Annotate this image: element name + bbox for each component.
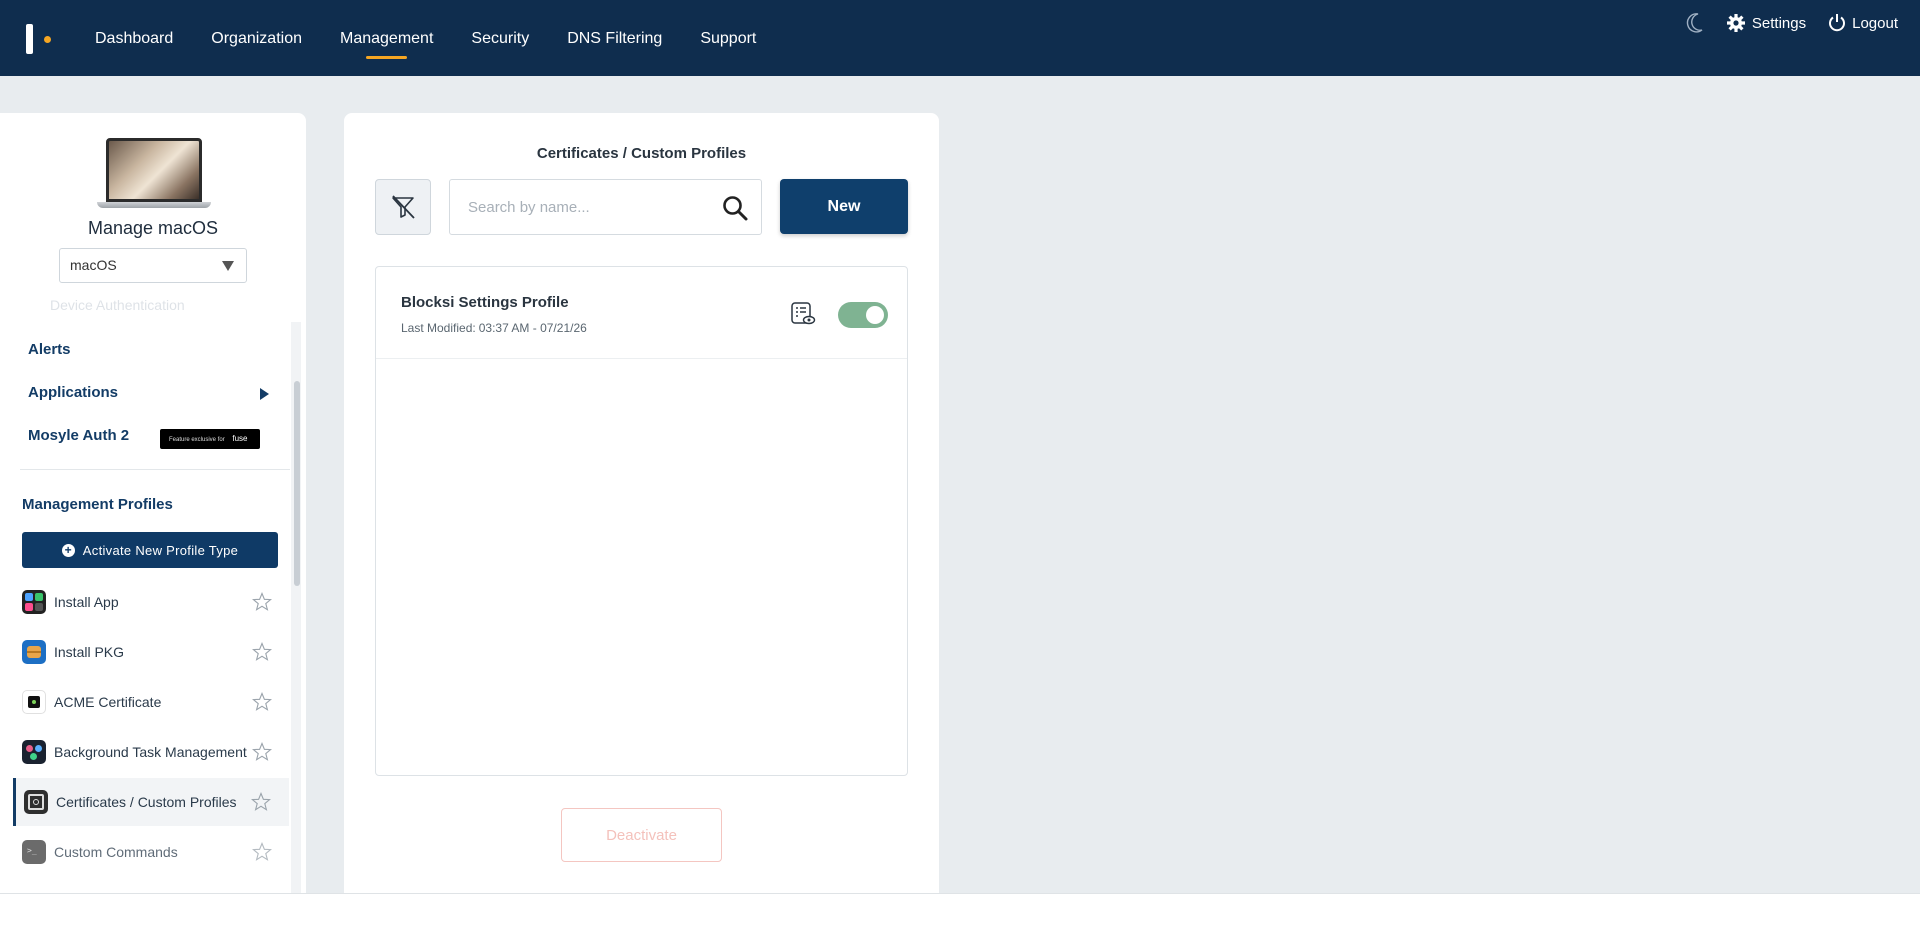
profile-acme-certificate[interactable]: ACME Certificate	[14, 678, 290, 726]
search-input[interactable]	[450, 180, 710, 234]
top-right-controls: Settings Logout	[1686, 0, 1898, 46]
profile-label: Background Task Management	[54, 744, 247, 760]
terminal-icon: >_	[22, 840, 46, 864]
sidebar-item-applications[interactable]: Applications	[28, 384, 118, 401]
os-select-value: macOS	[70, 257, 117, 273]
sidebar-title: Manage macOS	[87, 218, 219, 238]
fuse-logo: fuse	[232, 434, 248, 443]
profile-background-task-management[interactable]: Background Task Management	[14, 728, 290, 776]
nav-organization[interactable]: Organization	[211, 0, 302, 76]
profile-install-app[interactable]: Install App	[14, 578, 290, 626]
sidebar-item-alerts[interactable]: Alerts	[28, 341, 71, 358]
star-icon[interactable]	[252, 842, 272, 862]
sidebar-divider	[20, 469, 290, 470]
logout-button[interactable]: Logout	[1828, 13, 1898, 33]
nav-dns-filtering[interactable]: DNS Filtering	[567, 0, 662, 76]
profile-install-pkg[interactable]: Install PKG	[14, 628, 290, 676]
nav-support[interactable]: Support	[700, 0, 756, 76]
plus-circle-icon: +	[61, 543, 75, 557]
filter-button[interactable]	[375, 179, 431, 235]
deactivate-button[interactable]: Deactivate	[561, 808, 722, 862]
search-icon[interactable]	[721, 194, 749, 222]
profile-label: ACME Certificate	[54, 694, 162, 710]
logo-dot	[44, 36, 51, 43]
sidebar-item-mosyle-auth-2[interactable]: Mosyle Auth 2	[28, 427, 129, 444]
dark-mode-toggle[interactable]	[1686, 13, 1704, 33]
activate-label: Activate New Profile Type	[82, 542, 239, 558]
star-icon[interactable]	[251, 792, 271, 812]
moon-icon	[1686, 13, 1703, 33]
macbook-base	[97, 202, 211, 208]
nav-security[interactable]: Security	[471, 0, 529, 76]
profile-label: Install PKG	[54, 644, 125, 660]
page-title: Certificates / Custom Profiles	[536, 145, 747, 162]
star-icon[interactable]	[252, 742, 272, 762]
mosyle-logo[interactable]	[26, 24, 52, 54]
certificate-icon	[24, 790, 48, 814]
macbook-screen	[106, 138, 202, 202]
filter-off-icon	[392, 195, 415, 219]
management-profiles-title: Management Profiles	[22, 496, 173, 513]
profile-custom-commands[interactable]: >_ Custom Commands	[14, 828, 290, 876]
sidebar-scrollbar-thumb[interactable]	[294, 381, 300, 586]
nav-dashboard[interactable]: Dashboard	[95, 0, 173, 76]
search-field[interactable]	[449, 179, 762, 235]
last-modified-value: 03:37 AM - 07/21/26	[478, 321, 587, 335]
fuse-exclusive-badge: Feature exclusive for fuse	[160, 429, 260, 449]
star-icon[interactable]	[252, 642, 272, 662]
new-button[interactable]: New	[780, 179, 908, 234]
sidebar-item-device-authentication[interactable]: Device Authentication	[50, 297, 185, 313]
bottom-strip	[0, 893, 1920, 935]
profile-label: Certificates / Custom Profiles	[56, 794, 237, 810]
main-nav: Dashboard Organization Management Securi…	[95, 0, 794, 76]
nav-management[interactable]: Management	[340, 0, 433, 76]
toggle-knob	[866, 306, 884, 324]
install-pkg-icon	[22, 640, 46, 664]
profiles-card: Certificates / Custom Profiles New Block…	[344, 113, 939, 935]
chevron-down-icon	[222, 261, 234, 271]
acme-certificate-icon	[22, 690, 46, 714]
logo-bar	[26, 24, 33, 54]
top-navigation-bar: Dashboard Organization Management Securi…	[0, 0, 1920, 76]
view-details-icon[interactable]	[790, 301, 816, 327]
power-icon	[1829, 14, 1846, 32]
profile-title: Blocksi Settings Profile	[401, 294, 569, 311]
activate-new-profile-button[interactable]: + Activate New Profile Type	[22, 532, 278, 568]
profile-label: Install App	[54, 594, 119, 610]
sidebar-panel: Manage macOS macOS Device Authentication…	[0, 113, 306, 935]
list-item[interactable]: Blocksi Settings Profile Last Modified: 0…	[376, 267, 907, 359]
gear-icon	[1726, 14, 1745, 32]
expand-arrow-icon[interactable]	[260, 388, 269, 400]
profile-certificates-custom-profiles[interactable]: Certificates / Custom Profiles	[13, 778, 289, 826]
profiles-list: Blocksi Settings Profile Last Modified: 0…	[375, 266, 908, 776]
macbook-image	[97, 138, 211, 210]
profile-label: Custom Commands	[54, 844, 178, 860]
install-app-icon	[22, 590, 46, 614]
settings-label: Settings	[1751, 14, 1807, 32]
last-modified-label: Last Modified:	[401, 321, 476, 335]
background-task-icon	[22, 740, 46, 764]
settings-button[interactable]: Settings	[1726, 13, 1806, 33]
star-icon[interactable]	[252, 692, 272, 712]
star-icon[interactable]	[252, 592, 272, 612]
os-select[interactable]: macOS	[59, 248, 247, 283]
logout-label: Logout	[1852, 14, 1898, 32]
last-modified: Last Modified: 03:37 AM - 07/21/26	[401, 321, 587, 335]
badge-text: Feature exclusive for	[169, 437, 225, 443]
profile-enabled-toggle[interactable]	[838, 302, 888, 328]
